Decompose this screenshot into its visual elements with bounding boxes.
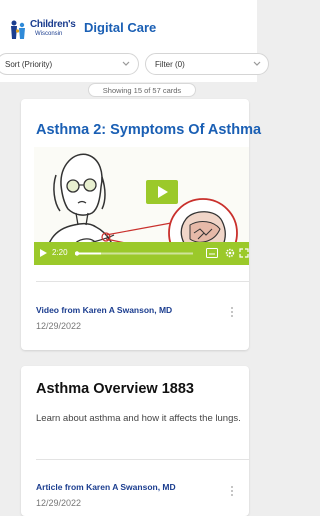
app-header: Children's Wisconsin Digital Care <box>0 0 257 46</box>
logo-name: Children's <box>30 19 76 30</box>
childrens-wisconsin-logo[interactable]: Children's Wisconsin <box>9 16 87 42</box>
results-count-badge: Showing 15 of 57 cards <box>88 83 196 97</box>
article-card[interactable]: Asthma Overview 1883 Learn about asthma … <box>21 366 249 516</box>
logo-subtitle: Wisconsin <box>35 31 63 37</box>
card-title[interactable]: Asthma Overview 1883 <box>36 381 194 397</box>
play-small-icon[interactable] <box>39 248 48 258</box>
video-card[interactable]: Asthma 2: Symptoms Of Asthma 2:20 Video … <box>21 99 261 350</box>
card-date: 12/29/2022 <box>36 498 82 508</box>
family-logo-icon <box>11 20 25 39</box>
more-options-icon[interactable] <box>228 307 236 321</box>
card-date: 12/29/2022 <box>36 321 82 331</box>
app-title: Digital Care <box>84 20 157 35</box>
filter-dropdown[interactable]: Filter (0) <box>145 53 269 75</box>
play-button[interactable] <box>146 180 178 204</box>
card-controls: Sort (Priority) Filter (0) <box>0 46 269 82</box>
chevron-down-icon <box>253 61 261 66</box>
more-options-icon[interactable] <box>228 486 236 500</box>
chevron-down-icon <box>122 61 130 66</box>
fullscreen-icon[interactable] <box>239 248 249 258</box>
card-title[interactable]: Asthma 2: Symptoms Of Asthma <box>36 122 261 138</box>
card-divider <box>36 459 249 460</box>
gear-icon[interactable] <box>225 248 235 258</box>
video-time: 2:20 <box>52 248 68 257</box>
card-divider <box>36 281 249 282</box>
video-player[interactable]: 2:20 <box>34 147 249 265</box>
filter-label: Filter (0) <box>155 60 185 69</box>
play-icon <box>158 186 168 198</box>
results-count-row: Showing 15 of 57 cards <box>0 82 257 100</box>
card-description: Learn about asthma and how it affects th… <box>36 413 241 424</box>
video-progress-bar[interactable] <box>75 251 193 256</box>
card-author[interactable]: Video from Karen A Swanson, MD <box>36 305 172 315</box>
sort-label: Sort (Priority) <box>5 60 53 69</box>
card-author[interactable]: Article from Karen A Swanson, MD <box>36 482 176 492</box>
video-controls-bar: 2:20 <box>34 242 249 265</box>
sort-dropdown[interactable]: Sort (Priority) <box>0 53 139 75</box>
captions-icon[interactable] <box>206 248 218 258</box>
